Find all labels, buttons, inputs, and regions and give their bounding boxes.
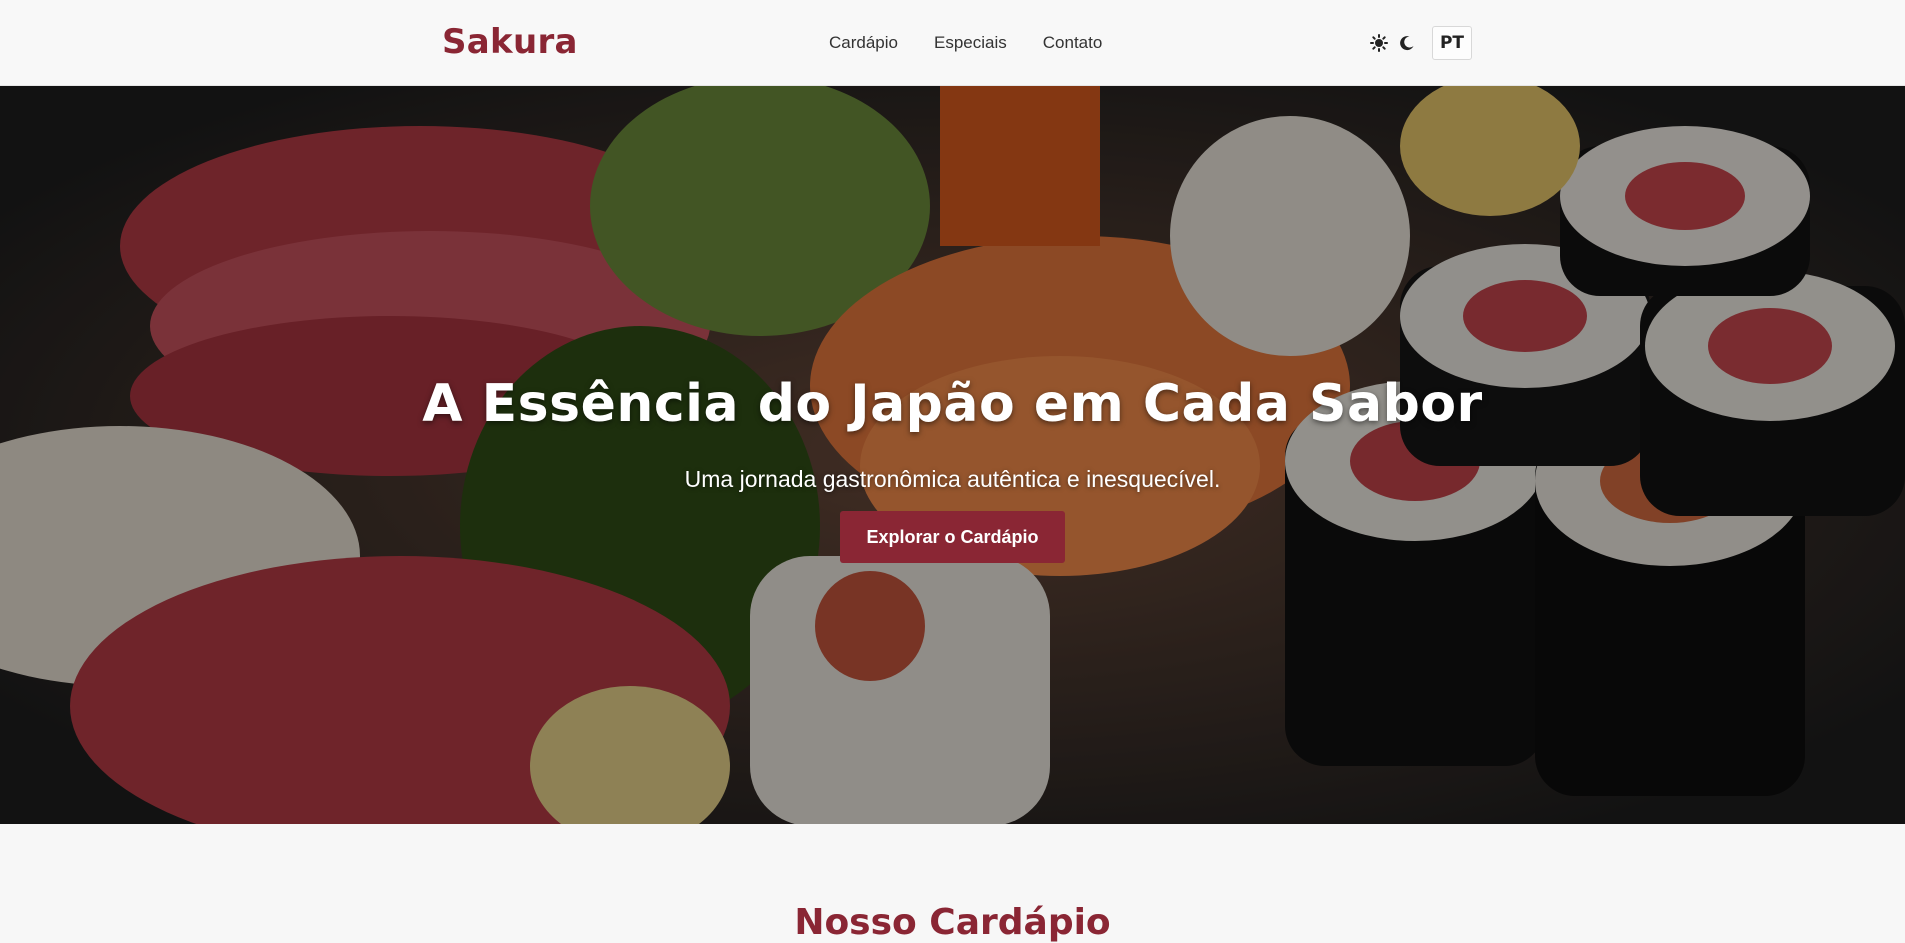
nav-link-especiais[interactable]: Especiais (934, 33, 1007, 53)
nav-link-cardapio[interactable]: Cardápio (829, 33, 898, 53)
moon-icon[interactable] (1398, 34, 1416, 52)
logo[interactable]: Sakura (442, 22, 578, 62)
hero-overlay (0, 86, 1905, 824)
hero-subtitle: Uma jornada gastronômica autêntica e ine… (684, 466, 1221, 492)
header-tools: PT (1370, 26, 1472, 60)
sun-icon[interactable] (1370, 34, 1388, 52)
nav-link-contato[interactable]: Contato (1043, 33, 1103, 53)
language-toggle-button[interactable]: PT (1432, 26, 1472, 60)
hero-title: A Essência do Japão em Cada Sabor (422, 374, 1483, 434)
hero-section: A Essência do Japão em Cada Sabor Uma jo… (0, 86, 1905, 824)
main-nav: Cardápio Especiais Contato (829, 33, 1102, 53)
explore-menu-button[interactable]: Explorar o Cardápio (840, 511, 1065, 563)
site-header: Sakura Cardápio Especiais Contato PT (0, 0, 1905, 86)
